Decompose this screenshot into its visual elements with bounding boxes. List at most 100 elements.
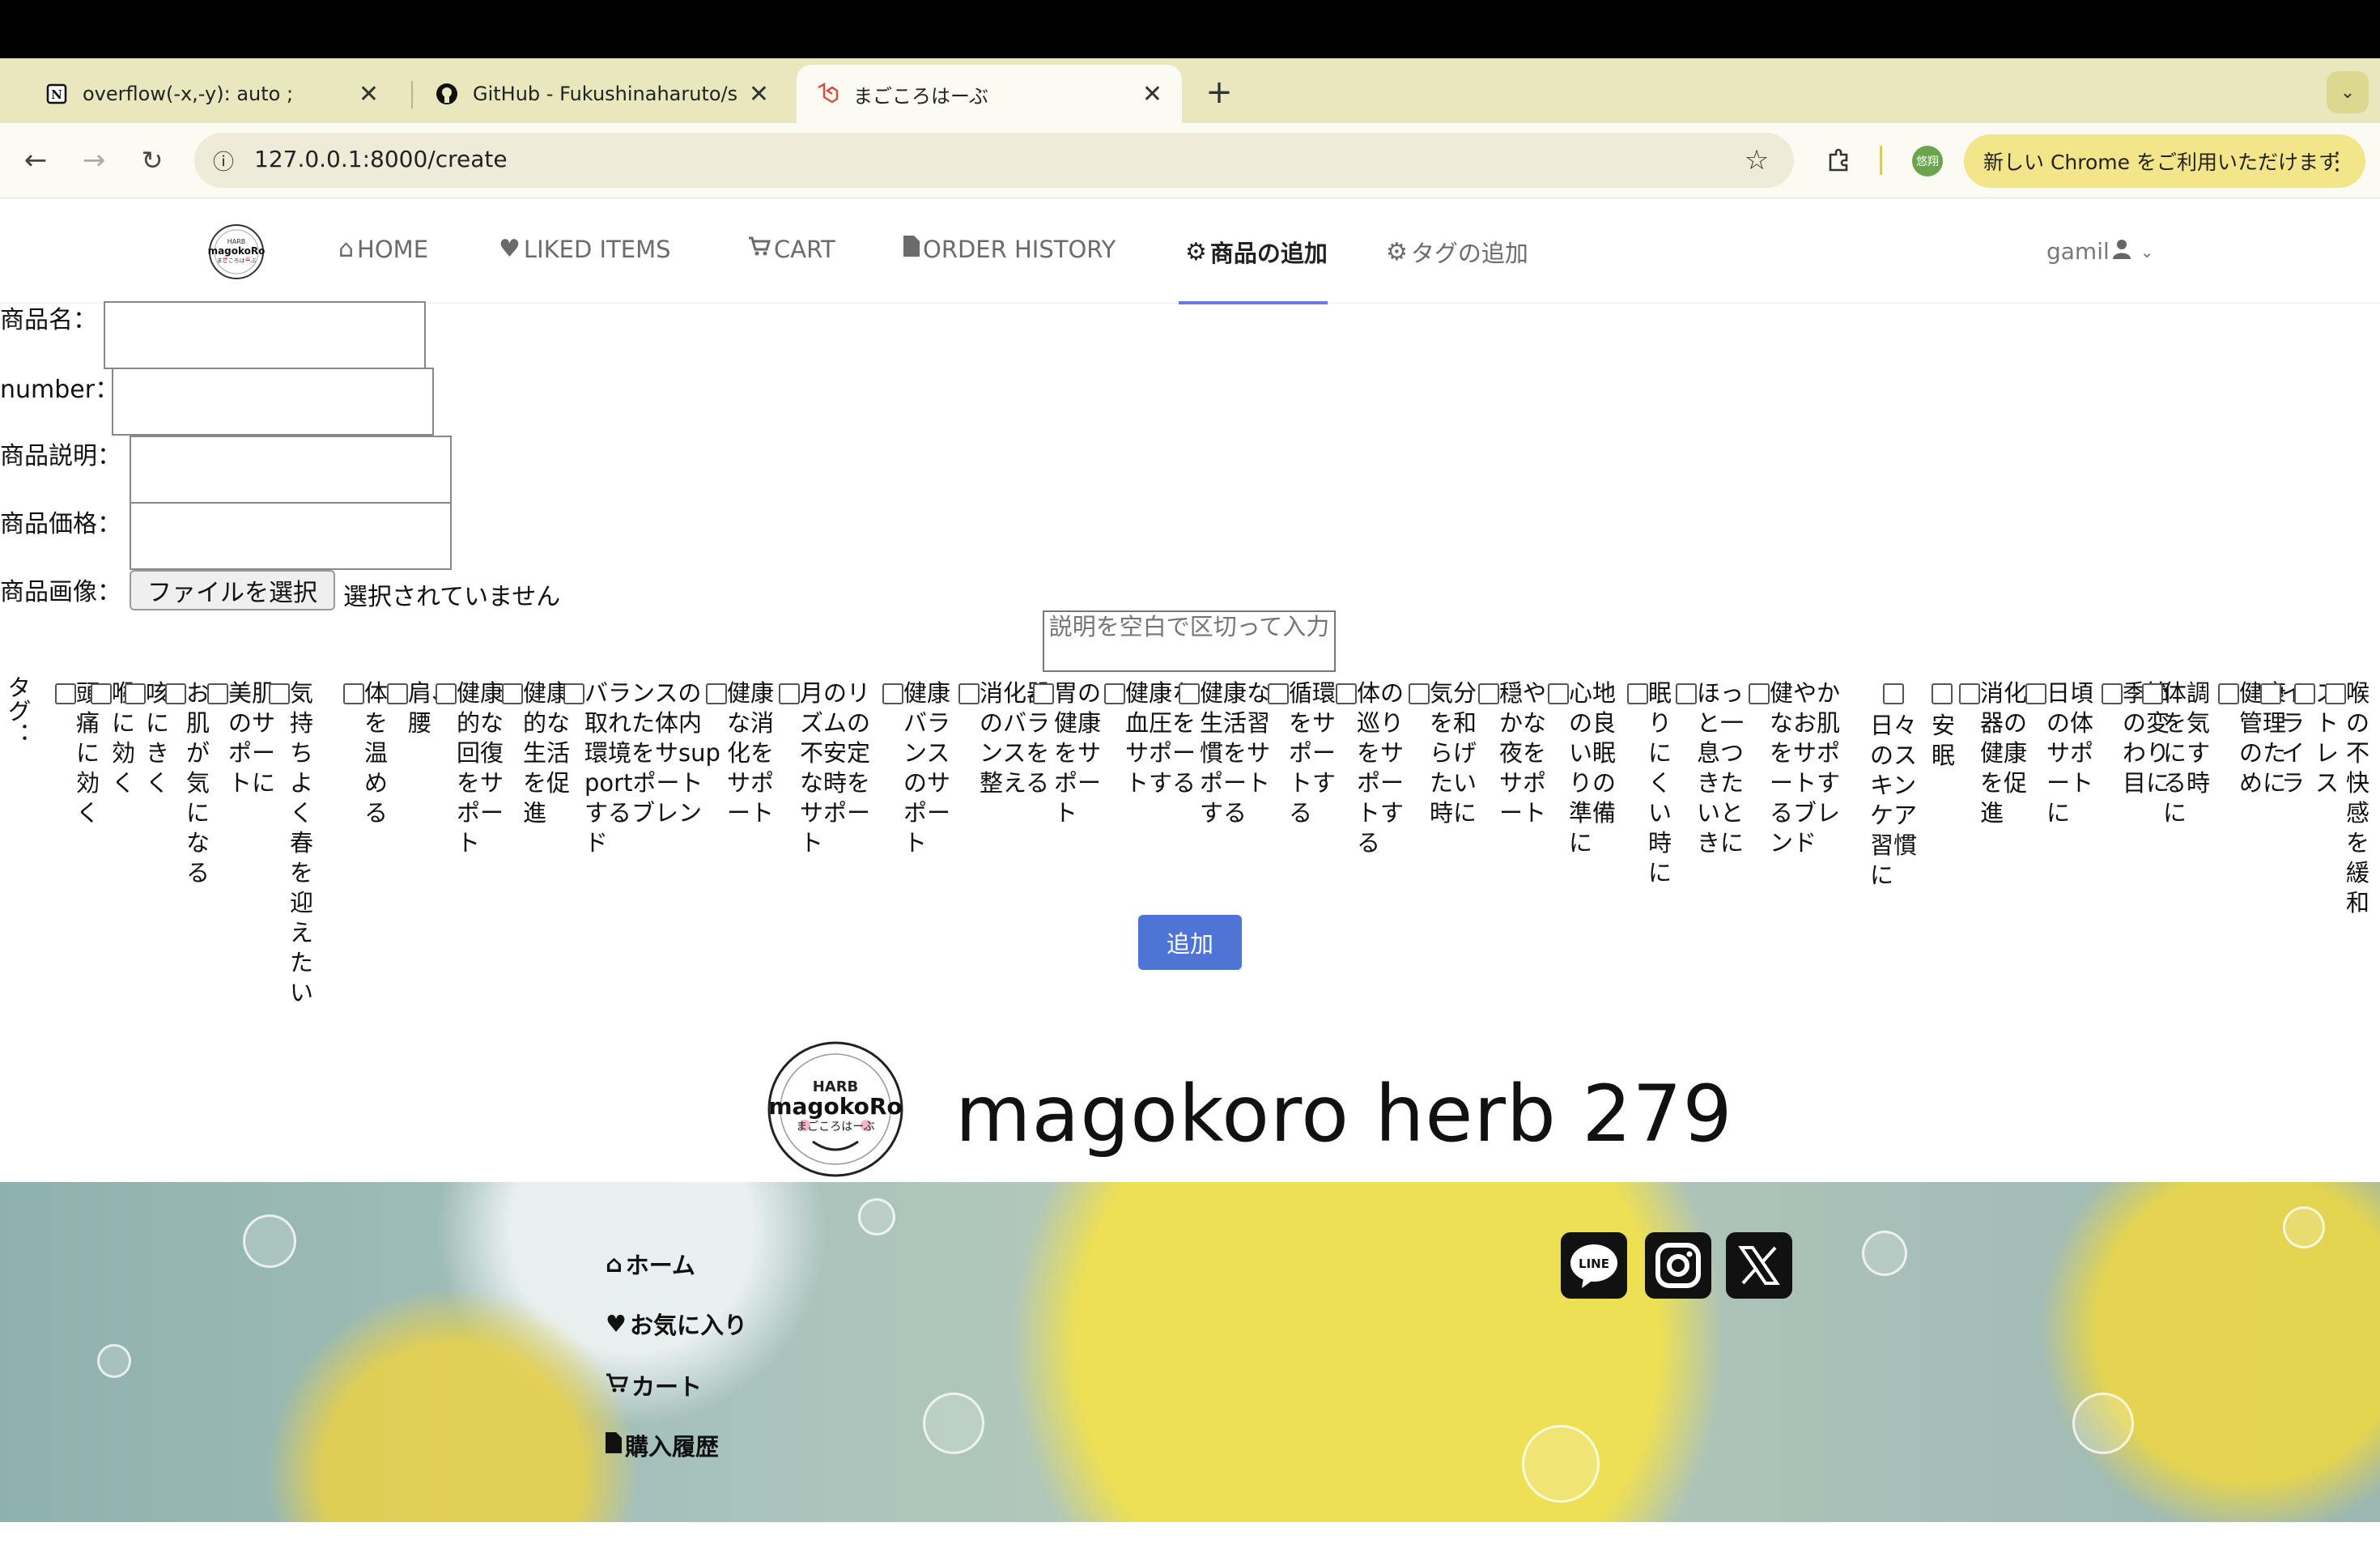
tag-checkbox[interactable] [1033,683,1054,704]
tag-option[interactable]: 循環をサポートする [1268,678,1341,828]
tag-option[interactable]: 月のリズムの不安定な時をサポート [779,678,892,858]
nav-add-tag[interactable]: ⚙ タグの追加 [1386,235,1528,269]
tag-checkbox[interactable] [779,683,800,704]
tag-checkbox[interactable] [2294,683,2315,704]
product-name-input[interactable] [104,301,426,369]
tag-option[interactable]: 心地の良い眠りの準備に [1548,678,1621,858]
tag-checkbox[interactable] [2260,683,2281,704]
site-logo[interactable]: HARB magokoRo まごころはーぶ [206,223,267,280]
footer-link-cart[interactable]: カート [606,1368,702,1402]
browser-tab-2[interactable]: GitHub - Fukushinaharuto/sho ✕ [416,65,788,123]
tag-checkbox[interactable] [1548,683,1569,704]
nav-add-product[interactable]: ⚙ 商品の追加 [1185,235,1328,269]
url-text[interactable]: 127.0.0.1:8000/create [254,146,508,172]
tag-checkbox[interactable] [1883,683,1904,704]
tag-option[interactable]: 健康バランスのサポート [882,678,957,858]
close-tab-icon[interactable]: ✕ [359,80,379,108]
tag-option[interactable]: 健やかなお肌をサポートするブレンド [1749,678,1846,858]
reload-icon[interactable]: ↻ [134,142,170,178]
browser-tab-1[interactable]: N overflow(-x,-y): auto ; ✕ [26,65,398,123]
new-chrome-available-button[interactable]: 新しい Chrome をご利用いただけます ⋮ [1964,134,2365,188]
tag-checkbox[interactable] [882,683,903,704]
tag-checkbox[interactable] [502,683,523,704]
tag-checkbox[interactable] [269,683,290,704]
tag-checkbox[interactable] [2218,683,2239,704]
tag-option[interactable]: 気分を和らげたい時に [1409,678,1481,828]
more-vert-icon[interactable]: ⋮ [2325,147,2349,176]
tag-option[interactable]: 消化器の健康を促進 [1959,678,2032,828]
tag-checkbox[interactable] [1627,683,1648,704]
tag-option[interactable]: 胃の健康をサポート [1033,678,1106,828]
tag-checkbox[interactable] [207,683,228,704]
tag-checkbox[interactable] [1478,683,1499,704]
number-input[interactable] [112,368,434,436]
nav-liked-items[interactable]: ♥ LIKED ITEMS [499,235,671,263]
tag-checkbox[interactable] [1268,683,1289,704]
close-tab-icon[interactable]: ✕ [749,80,769,108]
nav-cart[interactable]: CART [748,235,835,263]
add-submit-button[interactable]: 追加 [1138,915,1242,970]
tag-option[interactable]: 穏やかな夜をサポート [1478,678,1551,828]
tag-checkbox[interactable] [2325,683,2346,704]
tag-option[interactable]: 体を温める [343,678,390,828]
profile-avatar[interactable]: 悠翔 [1912,146,1943,176]
tag-checkbox[interactable] [1959,683,1980,704]
tag-description-textarea[interactable] [1043,610,1336,672]
tag-option[interactable]: お肌が気になる [165,678,212,888]
browser-tab-3-active[interactable]: まごころはーぶ ✕ [797,65,1182,123]
tag-option[interactable] [1932,678,1953,704]
tag-option[interactable]: 肩、腰 [387,678,455,738]
tag-option[interactable]: 気持ちよく春を迎えたい [269,678,316,1008]
x-icon[interactable] [1726,1232,1792,1299]
back-arrow-icon[interactable]: ← [18,142,53,178]
tab-search-chevron-icon[interactable]: ⌄ [2327,71,2369,113]
tag-checkbox[interactable] [2142,683,2163,704]
tag-checkbox[interactable] [563,683,584,704]
tag-option[interactable]: 健康な生活習慣をサポートする [1179,678,1276,828]
product-price-input[interactable] [130,502,452,570]
site-info-icon[interactable]: ⓘ [206,142,241,178]
choose-file-button[interactable]: ファイルを選択 [130,570,335,610]
user-menu[interactable]: gamil ⌄ [2046,238,2154,265]
tag-option[interactable] [1883,678,1904,704]
footer-link-home[interactable]: ⌂ ホーム [606,1247,695,1281]
line-icon[interactable]: LINE [1561,1232,1627,1299]
tag-option[interactable]: ほっと一息つきたいときに [1676,678,1749,858]
tag-checkbox[interactable] [1179,683,1200,704]
forward-arrow-icon[interactable]: → [76,142,112,178]
tag-checkbox[interactable] [1409,683,1430,704]
tag-option[interactable]: バランスの取れた体内環境をサsupportポートするブレンド [563,678,720,858]
tag-checkbox[interactable] [958,683,980,704]
nav-order-history[interactable]: ORDER HISTORY [903,235,1116,263]
tag-option[interactable]: 健康な消化をサポート [706,678,779,828]
footer-link-purchase-history[interactable]: 購入履歴 [606,1428,719,1462]
product-description-input[interactable] [130,436,452,504]
nav-home[interactable]: ⌂ HOME [338,235,428,263]
bookmark-star-icon[interactable]: ☆ [1739,142,1774,178]
tag-checkbox[interactable] [343,683,364,704]
tag-option[interactable]: 体調を気にする時に [2142,678,2215,828]
new-tab-plus-icon[interactable]: + [1198,71,1240,113]
tag-checkbox[interactable] [55,683,76,704]
tag-option[interactable]: 喉の不快感を緩和 [2325,678,2378,918]
footer-link-favorites[interactable]: ♥ お気に入り [606,1307,747,1341]
tag-checkbox[interactable] [1749,683,1770,704]
tag-checkbox[interactable] [1104,683,1125,704]
tag-checkbox[interactable] [165,683,186,704]
tag-checkbox[interactable] [125,683,146,704]
tag-checkbox[interactable] [1676,683,1697,704]
tag-checkbox[interactable] [706,683,727,704]
tag-option[interactable]: 眠りにくい時に [1627,678,1674,888]
tag-checkbox[interactable] [91,683,112,704]
tag-option[interactable]: 健康的な回復をサポート [436,678,505,858]
instagram-icon[interactable] [1645,1232,1711,1299]
close-tab-icon[interactable]: ✕ [1142,80,1162,108]
tag-checkbox[interactable] [436,683,457,704]
tag-checkbox[interactable] [2102,683,2123,704]
tag-option[interactable]: 日頃の体サポートに [2025,678,2098,828]
tag-checkbox[interactable] [1336,683,1357,704]
tag-checkbox[interactable] [2025,683,2046,704]
extensions-puzzle-icon[interactable] [1821,142,1857,178]
tag-option[interactable]: 体の巡りをサポートする [1336,678,1409,858]
tag-checkbox[interactable] [387,683,408,704]
